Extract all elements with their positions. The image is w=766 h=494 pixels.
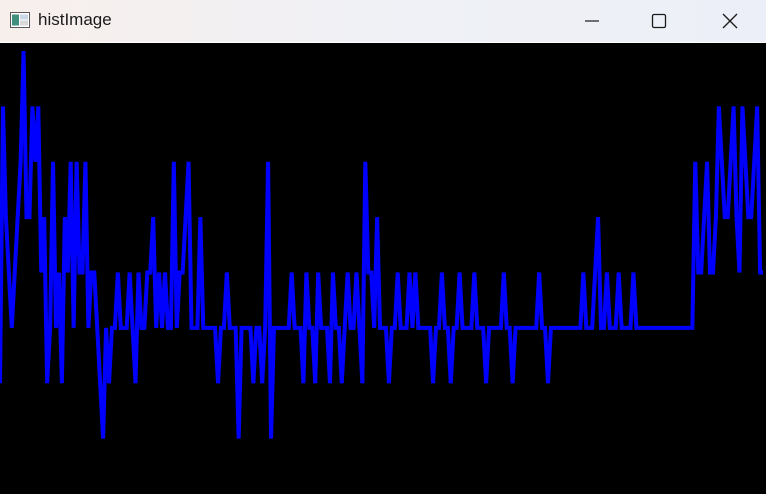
- close-icon: [722, 13, 738, 29]
- minimize-button[interactable]: [562, 0, 622, 42]
- maximize-button[interactable]: [629, 0, 689, 42]
- maximize-icon: [651, 13, 667, 29]
- histimage-window: histImage: [0, 0, 766, 494]
- histogram-line: [0, 50, 764, 439]
- minimize-icon: [584, 13, 600, 29]
- close-button[interactable]: [700, 0, 760, 42]
- histogram-plot: [0, 50, 764, 439]
- title-bar[interactable]: histImage: [0, 0, 766, 42]
- histogram-canvas: [0, 43, 766, 494]
- window-title: histImage: [38, 10, 112, 29]
- window-app-icon[interactable]: [10, 12, 30, 28]
